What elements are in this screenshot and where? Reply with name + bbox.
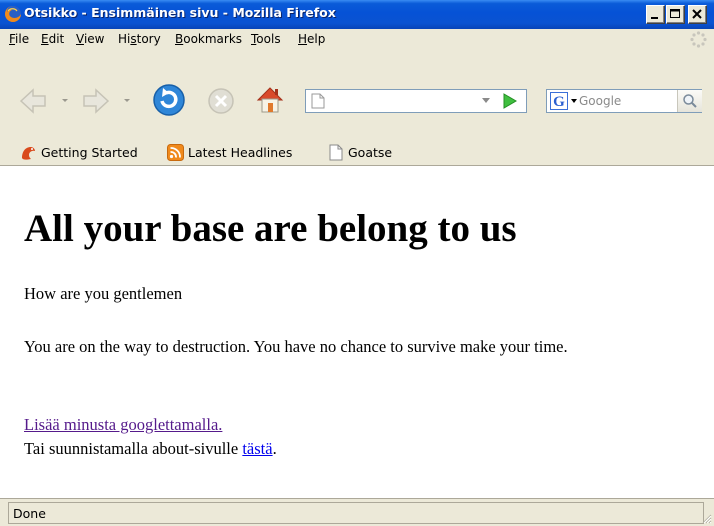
stop-icon[interactable] <box>206 86 236 116</box>
back-icon[interactable] <box>18 86 48 116</box>
forward-icon[interactable] <box>81 86 111 116</box>
url-history-dropdown-icon[interactable] <box>482 98 490 104</box>
forward-history-dropdown-icon[interactable] <box>123 98 131 104</box>
menu-history-rest: tory <box>136 32 161 46</box>
links-paragraph: Lisää minusta googlettamalla. Tai suunni… <box>24 413 277 461</box>
menu-file[interactable]: File <box>9 32 29 46</box>
about-period: . <box>272 439 277 458</box>
bookmark-latest-headlines[interactable]: Latest Headlines <box>167 144 317 162</box>
menu-tools[interactable]: Tools <box>251 32 281 46</box>
bookmark-getting-started[interactable]: Getting Started <box>20 144 160 162</box>
google-search-link[interactable]: Lisää minusta googlettamalla. <box>24 415 222 434</box>
firefox-mascot-icon <box>22 147 35 160</box>
menu-help[interactable]: Help <box>298 32 325 46</box>
bookmark-label: Goatse <box>348 145 393 160</box>
close-icon <box>692 9 702 19</box>
search-placeholder: Google <box>579 94 622 108</box>
status-bar: Done <box>0 498 714 526</box>
bookmark-goatse[interactable]: Goatse <box>327 144 407 162</box>
menu-history[interactable]: History <box>118 32 161 46</box>
menu-history-pre: Hi <box>118 32 131 46</box>
bookmarks-toolbar: Getting Started Latest Headlines Goatse <box>0 138 714 166</box>
firefox-logo-icon <box>5 6 21 22</box>
bookmark-label: Getting Started <box>41 145 138 160</box>
magnifier-icon <box>683 94 697 108</box>
about-text: Tai suunnistamalla about-sivulle <box>24 439 243 458</box>
status-panel: Done <box>8 502 704 524</box>
menu-bookmarks[interactable]: Bookmarks <box>175 32 242 46</box>
menu-view-accesskey: V <box>76 32 84 46</box>
reload-icon[interactable] <box>151 82 187 118</box>
maximize-button[interactable] <box>666 5 685 24</box>
menu-file-rest: ile <box>15 32 30 46</box>
go-icon[interactable] <box>502 93 518 109</box>
home-icon[interactable] <box>254 84 286 116</box>
menu-edit-accesskey: E <box>41 32 49 46</box>
search-engine-dropdown-icon[interactable] <box>571 99 577 103</box>
status-text: Done <box>13 506 46 521</box>
paragraph-destruction: You are on the way to destruction. You h… <box>24 337 568 356</box>
browser-window: Otsikko - Ensimmäinen sivu - Mozilla Fir… <box>0 0 714 526</box>
menu-help-accesskey: H <box>298 32 308 46</box>
menu-edit-rest: dit <box>48 32 65 46</box>
back-history-dropdown-icon[interactable] <box>61 98 69 104</box>
page-heading: All your base are belong to us <box>24 207 517 250</box>
throbber-icon <box>690 31 707 48</box>
maximize-icon <box>670 9 680 18</box>
paragraph-greeting: How are you gentlemen <box>24 284 183 303</box>
window-title: Otsikko - Ensimmäinen sivu - Mozilla Fir… <box>24 5 336 20</box>
minimize-icon <box>651 17 658 19</box>
page-icon <box>311 93 325 109</box>
resize-grip-icon[interactable] <box>700 512 712 524</box>
menu-bookmarks-rest: ookmarks <box>183 32 243 46</box>
page-icon <box>329 144 343 161</box>
menu-help-rest: elp <box>307 32 326 46</box>
title-bar[interactable]: Otsikko - Ensimmäinen sivu - Mozilla Fir… <box>0 0 714 29</box>
menu-tools-rest: ools <box>256 32 281 46</box>
menu-view[interactable]: View <box>76 32 104 46</box>
content-area[interactable]: All your base are belong to us How are y… <box>0 166 714 498</box>
minimize-button[interactable] <box>646 5 665 24</box>
menu-view-rest: iew <box>83 32 105 46</box>
menu-edit[interactable]: Edit <box>41 32 64 46</box>
url-bar[interactable] <box>305 89 527 113</box>
rss-feed-icon <box>167 144 184 161</box>
url-input[interactable] <box>328 92 472 112</box>
close-button[interactable] <box>688 5 707 24</box>
svg-text:G: G <box>553 94 565 110</box>
google-icon[interactable]: G <box>550 92 568 110</box>
search-bar[interactable]: G Google <box>546 89 702 113</box>
bookmark-label: Latest Headlines <box>188 145 293 160</box>
about-page-link[interactable]: tästä <box>242 439 272 458</box>
search-button[interactable] <box>677 90 702 112</box>
menu-bookmarks-accesskey: B <box>175 32 184 46</box>
menu-bar: File Edit View History Bookmarks Tools H… <box>0 29 714 49</box>
